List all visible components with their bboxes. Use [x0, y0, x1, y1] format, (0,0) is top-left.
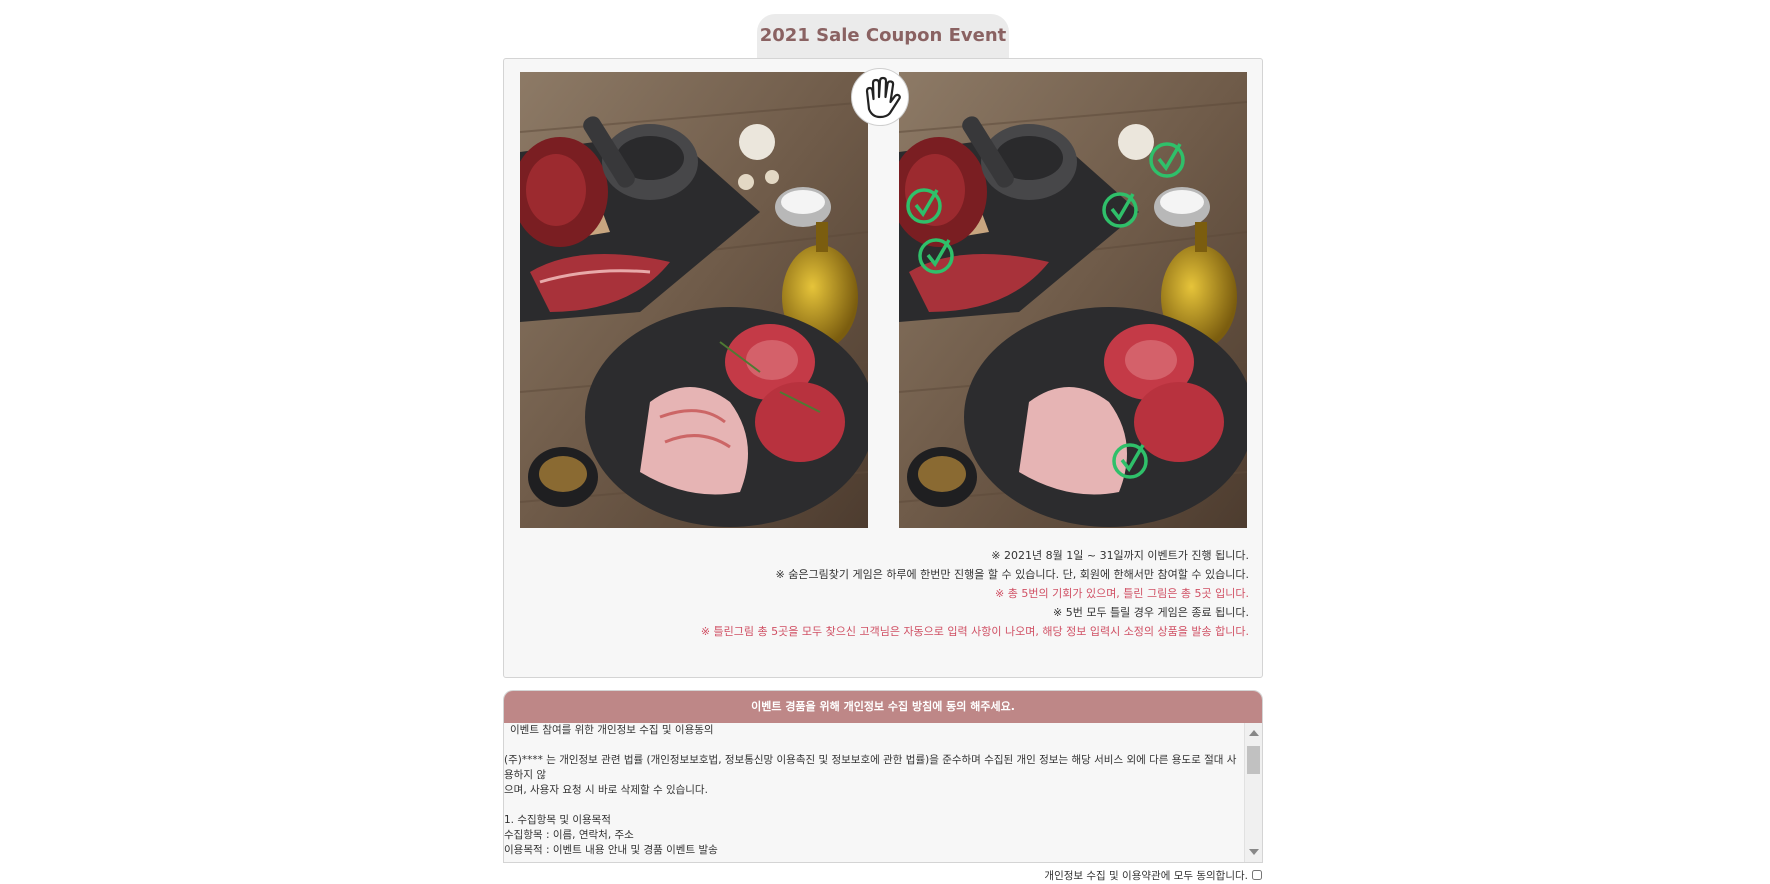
hand-icon — [851, 68, 909, 126]
consent-line: 수집항목 : 이름, 연락처, 주소 — [504, 829, 634, 841]
scroll-thumb[interactable] — [1247, 746, 1260, 774]
consent-line: 이벤트 참여를 위한 개인정보 수집 및 이용동의 — [510, 724, 714, 736]
consent-line — [504, 738, 1244, 753]
event-notes: ※ 2021년 8월 1일 ~ 31일까지 이벤트가 진행 됩니다. ※ 숨은그… — [701, 546, 1249, 641]
note-line: ※ 5번 모두 틀릴 경우 게임은 종료 됩니다. — [1053, 606, 1249, 619]
scroll-up-icon[interactable] — [1249, 730, 1259, 736]
difference-image[interactable] — [899, 72, 1247, 528]
consent-line: (주)**** 는 개인정보 관련 법률 (개인정보보호법, 정보통신망 이용촉… — [504, 754, 1237, 781]
consent-scrollbar[interactable] — [1244, 723, 1262, 862]
note-line: ※ 틀린그림 총 5곳을 모두 찾으신 고객님은 자동으로 입력 사항이 나오며… — [700, 625, 1249, 638]
scroll-down-icon[interactable] — [1249, 849, 1259, 855]
agree-row: 개인정보 수집 및 이용약관에 모두 동의합니다. — [1044, 868, 1262, 883]
consent-header: 이벤트 경품을 위해 개인정보 수집 방침에 동의 해주세요. — [504, 691, 1262, 723]
privacy-consent-box: 이벤트 경품을 위해 개인정보 수집 방침에 동의 해주세요. 이벤트 참여를 … — [503, 690, 1263, 863]
note-line: ※ 2021년 8월 1일 ~ 31일까지 이벤트가 진행 됩니다. — [991, 549, 1249, 562]
spot-the-difference-panel: ※ 2021년 8월 1일 ~ 31일까지 이벤트가 진행 됩니다. ※ 숨은그… — [503, 58, 1263, 678]
consent-text[interactable]: 이벤트 참여를 위한 개인정보 수집 및 이용동의 (주)**** 는 개인정보… — [504, 723, 1244, 862]
agree-checkbox[interactable] — [1252, 870, 1262, 880]
note-line: ※ 숨은그림찾기 게임은 하루에 한번만 진행을 할 수 있습니다. 단, 회원… — [775, 568, 1249, 581]
original-image[interactable] — [520, 72, 868, 528]
consent-line: 이용목적 : 이벤트 내용 안내 및 경품 이벤트 발송 — [504, 844, 718, 856]
consent-line: 1. 수집항목 및 이용목적 — [504, 814, 611, 826]
note-line: ※ 총 5번의 기회가 있으며, 틀린 그림은 총 5곳 입니다. — [995, 587, 1249, 600]
agree-label: 개인정보 수집 및 이용약관에 모두 동의합니다. — [1044, 870, 1248, 882]
event-title-tab: 2021 Sale Coupon Event — [757, 14, 1009, 59]
consent-line — [504, 798, 1244, 813]
consent-line: 으며, 사용자 요청 시 바로 삭제할 수 있습니다. — [504, 784, 708, 796]
